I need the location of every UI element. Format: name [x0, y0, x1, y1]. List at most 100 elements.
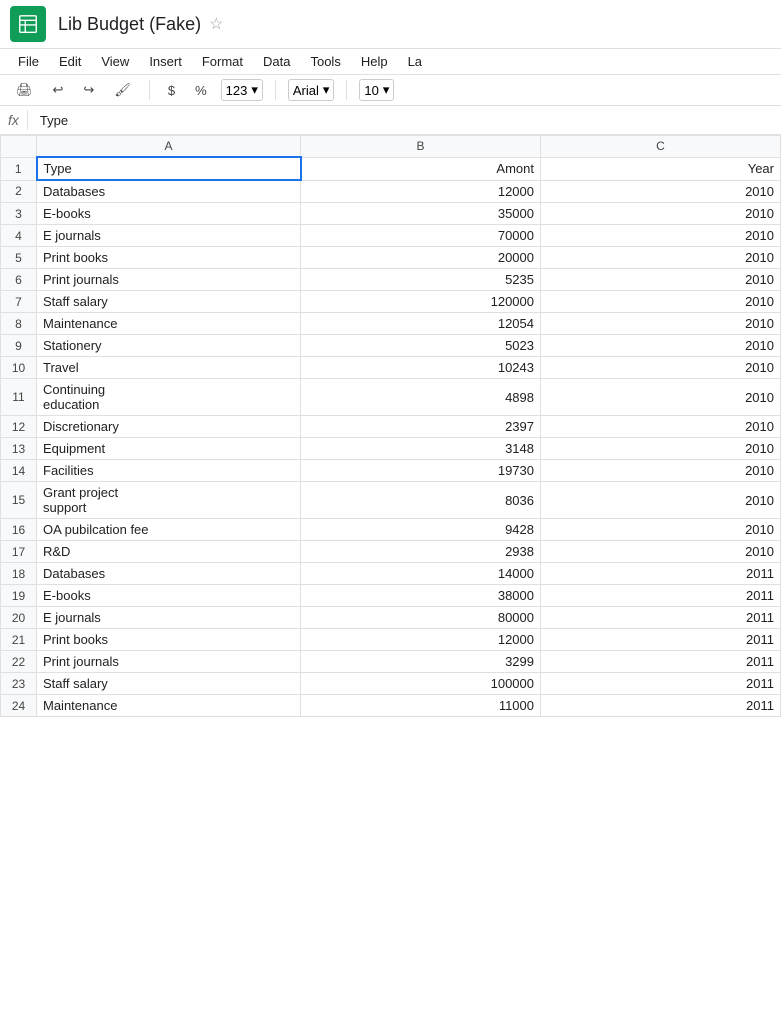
menu-view[interactable]: View: [93, 51, 137, 72]
font-size-select[interactable]: 10 ▾: [359, 79, 394, 101]
number-format-select[interactable]: 123 ▾: [221, 79, 263, 101]
row-number[interactable]: 5: [1, 247, 37, 269]
cell-c-6[interactable]: 2010: [541, 269, 781, 291]
menu-file[interactable]: File: [10, 51, 47, 72]
cell-a-2[interactable]: Databases: [37, 180, 301, 203]
menu-la[interactable]: La: [400, 51, 430, 72]
cell-b-10[interactable]: 10243: [301, 357, 541, 379]
row-number[interactable]: 10: [1, 357, 37, 379]
cell-a-6[interactable]: Print journals: [37, 269, 301, 291]
row-number[interactable]: 1: [1, 157, 37, 180]
row-number[interactable]: 22: [1, 651, 37, 673]
menu-data[interactable]: Data: [255, 51, 298, 72]
row-number[interactable]: 24: [1, 695, 37, 717]
cell-b-18[interactable]: 14000: [301, 563, 541, 585]
row-number[interactable]: 13: [1, 438, 37, 460]
row-number[interactable]: 11: [1, 379, 37, 416]
menu-format[interactable]: Format: [194, 51, 251, 72]
cell-a-20[interactable]: E journals: [37, 607, 301, 629]
row-number[interactable]: 6: [1, 269, 37, 291]
col-header-c[interactable]: C: [541, 136, 781, 158]
cell-a-24[interactable]: Maintenance: [37, 695, 301, 717]
cell-b-15[interactable]: 8036: [301, 482, 541, 519]
cell-a-19[interactable]: E-books: [37, 585, 301, 607]
cell-a-21[interactable]: Print books: [37, 629, 301, 651]
row-number[interactable]: 23: [1, 673, 37, 695]
cell-b-16[interactable]: 9428: [301, 519, 541, 541]
cell-b-4[interactable]: 70000: [301, 225, 541, 247]
cell-b-9[interactable]: 5023: [301, 335, 541, 357]
paint-format-button[interactable]: 🖌: [108, 79, 137, 101]
redo-button[interactable]: ↪: [77, 79, 100, 101]
cell-a-3[interactable]: E-books: [37, 203, 301, 225]
cell-a-11[interactable]: Continuingeducation: [37, 379, 301, 416]
cell-b-8[interactable]: 12054: [301, 313, 541, 335]
row-number[interactable]: 2: [1, 180, 37, 203]
row-number[interactable]: 3: [1, 203, 37, 225]
cell-a-13[interactable]: Equipment: [37, 438, 301, 460]
row-number[interactable]: 20: [1, 607, 37, 629]
menu-tools[interactable]: Tools: [302, 51, 348, 72]
cell-a-1[interactable]: Type: [37, 157, 301, 180]
cell-b-12[interactable]: 2397: [301, 416, 541, 438]
row-number[interactable]: 17: [1, 541, 37, 563]
cell-c-3[interactable]: 2010: [541, 203, 781, 225]
cell-c-8[interactable]: 2010: [541, 313, 781, 335]
cell-c-9[interactable]: 2010: [541, 335, 781, 357]
cell-c-22[interactable]: 2011: [541, 651, 781, 673]
doc-title-text[interactable]: Lib Budget (Fake): [58, 14, 201, 35]
cell-c-24[interactable]: 2011: [541, 695, 781, 717]
cell-c-2[interactable]: 2010: [541, 180, 781, 203]
cell-b-11[interactable]: 4898: [301, 379, 541, 416]
cell-c-7[interactable]: 2010: [541, 291, 781, 313]
col-header-a[interactable]: A: [37, 136, 301, 158]
cell-b-6[interactable]: 5235: [301, 269, 541, 291]
cell-c-13[interactable]: 2010: [541, 438, 781, 460]
cell-c-15[interactable]: 2010: [541, 482, 781, 519]
cell-a-9[interactable]: Stationery: [37, 335, 301, 357]
cell-c-4[interactable]: 2010: [541, 225, 781, 247]
cell-b-13[interactable]: 3148: [301, 438, 541, 460]
undo-button[interactable]: ↩: [47, 79, 70, 101]
cell-c-23[interactable]: 2011: [541, 673, 781, 695]
col-header-b[interactable]: B: [301, 136, 541, 158]
cell-a-15[interactable]: Grant projectsupport: [37, 482, 301, 519]
cell-c-17[interactable]: 2010: [541, 541, 781, 563]
cell-b-22[interactable]: 3299: [301, 651, 541, 673]
print-button[interactable]: 🖨: [10, 79, 39, 101]
row-number[interactable]: 18: [1, 563, 37, 585]
cell-b-5[interactable]: 20000: [301, 247, 541, 269]
cell-b-20[interactable]: 80000: [301, 607, 541, 629]
menu-help[interactable]: Help: [353, 51, 396, 72]
cell-c-21[interactable]: 2011: [541, 629, 781, 651]
star-icon[interactable]: ☆: [209, 14, 223, 34]
cell-a-10[interactable]: Travel: [37, 357, 301, 379]
row-number[interactable]: 8: [1, 313, 37, 335]
cell-b-24[interactable]: 11000: [301, 695, 541, 717]
row-number[interactable]: 12: [1, 416, 37, 438]
cell-a-4[interactable]: E journals: [37, 225, 301, 247]
cell-c-16[interactable]: 2010: [541, 519, 781, 541]
cell-a-12[interactable]: Discretionary: [37, 416, 301, 438]
cell-b-7[interactable]: 120000: [301, 291, 541, 313]
cell-c-14[interactable]: 2010: [541, 460, 781, 482]
row-number[interactable]: 4: [1, 225, 37, 247]
row-number[interactable]: 7: [1, 291, 37, 313]
row-number[interactable]: 14: [1, 460, 37, 482]
cell-b-19[interactable]: 38000: [301, 585, 541, 607]
cell-a-8[interactable]: Maintenance: [37, 313, 301, 335]
menu-edit[interactable]: Edit: [51, 51, 89, 72]
cell-b-1[interactable]: Amont: [301, 157, 541, 180]
cell-a-5[interactable]: Print books: [37, 247, 301, 269]
row-number[interactable]: 9: [1, 335, 37, 357]
cell-c-11[interactable]: 2010: [541, 379, 781, 416]
cell-c-5[interactable]: 2010: [541, 247, 781, 269]
cell-c-20[interactable]: 2011: [541, 607, 781, 629]
row-number[interactable]: 15: [1, 482, 37, 519]
cell-a-14[interactable]: Facilities: [37, 460, 301, 482]
cell-c-18[interactable]: 2011: [541, 563, 781, 585]
cell-a-18[interactable]: Databases: [37, 563, 301, 585]
cell-a-7[interactable]: Staff salary: [37, 291, 301, 313]
percent-button[interactable]: %: [189, 80, 213, 101]
cell-b-14[interactable]: 19730: [301, 460, 541, 482]
